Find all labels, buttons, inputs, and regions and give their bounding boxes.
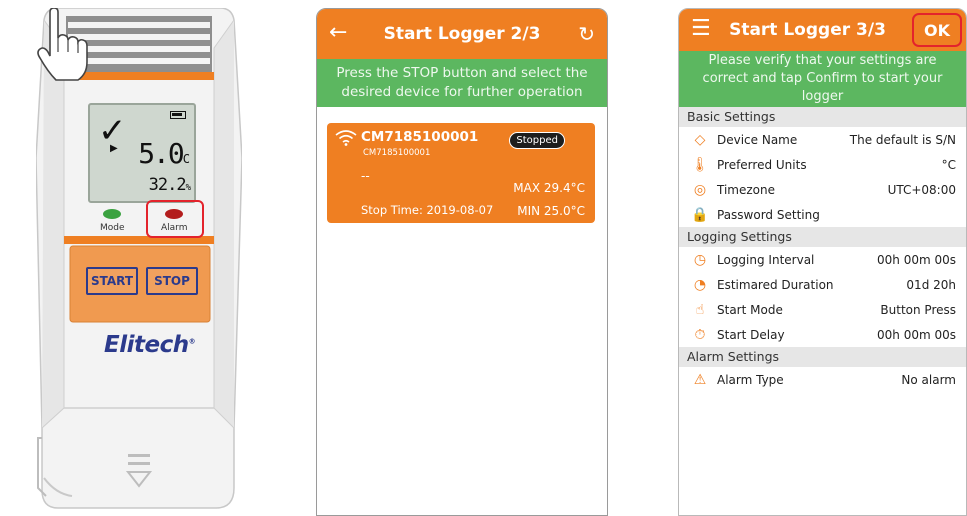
clock-icon: ◔ xyxy=(693,276,707,293)
setting-value: Button Press xyxy=(880,302,956,317)
tag-icon: ◇ xyxy=(694,131,706,148)
start-logger-step3-screen: ☰ Start Logger 3/3 OK Please verify that… xyxy=(678,8,967,516)
hand-pointer-icon: ☝ xyxy=(695,301,705,318)
stopwatch-icon: ⏱ xyxy=(694,326,706,343)
status-badge: Stopped xyxy=(509,132,565,149)
setting-value: 00h 00m 00s xyxy=(877,252,956,267)
brand-logo: Elitech® xyxy=(104,332,196,358)
section-alarm-settings: Alarm Settings xyxy=(679,347,966,367)
setting-label: Start Mode xyxy=(717,302,783,317)
app-bar: ← Start Logger 2/3 ↻ xyxy=(317,9,607,59)
screen-title: Start Logger 2/3 xyxy=(383,24,541,44)
stop-time: Stop Time: 2019-08-07 xyxy=(361,203,494,217)
setting-row-logging-interval[interactable]: ◷ Logging Interval 00h 00m 00s xyxy=(679,247,966,272)
back-arrow-icon[interactable]: ← xyxy=(329,19,347,47)
setting-row-alarm-type[interactable]: ⚠ Alarm Type No alarm xyxy=(679,367,966,392)
lcd-display: ✓ ▶ 5.0C 32.2% xyxy=(88,103,196,203)
min-temperature: MIN 25.0°C xyxy=(517,204,585,218)
setting-label: Start Delay xyxy=(717,327,785,342)
reading-placeholder: -- xyxy=(361,169,370,183)
max-temperature: MAX 29.4°C xyxy=(513,181,585,195)
setting-row-timezone[interactable]: ◎ Timezone UTC+08:00 xyxy=(679,177,966,202)
device-serial: CM7185100001 xyxy=(363,148,431,158)
device-body xyxy=(36,8,242,509)
setting-row-password[interactable]: 🔒 Password Setting xyxy=(679,202,966,227)
setting-label: Device Name xyxy=(717,132,798,147)
section-basic-settings: Basic Settings xyxy=(679,107,966,127)
setting-label: Logging Interval xyxy=(717,252,815,267)
device-start-button[interactable]: START xyxy=(86,267,138,295)
start-logger-step2-screen: ← Start Logger 2/3 ↻ Press the STOP butt… xyxy=(316,8,608,516)
wifi-icon xyxy=(335,130,357,146)
refresh-icon[interactable]: ↻ xyxy=(578,20,595,48)
alarm-light-icon: ⚠ xyxy=(693,371,707,388)
alarm-highlight xyxy=(146,200,204,238)
setting-value: 01d 20h xyxy=(906,277,956,292)
setting-row-start-mode[interactable]: ☝ Start Mode Button Press xyxy=(679,297,966,322)
instruction-banner: Press the STOP button and select the des… xyxy=(317,59,607,107)
setting-label: Password Setting xyxy=(717,207,820,222)
setting-row-start-delay[interactable]: ⏱ Start Delay 00h 00m 00s xyxy=(679,322,966,347)
data-logger-device: ✓ ▶ 5.0C 32.2% Mode Alarm START STOP Eli… xyxy=(36,8,242,512)
setting-label: Alarm Type xyxy=(717,372,784,387)
screen-title: Start Logger 3/3 xyxy=(729,20,886,40)
lcd-humidity: 32.2% xyxy=(148,175,191,195)
battery-icon xyxy=(170,111,186,119)
setting-label: Estimared Duration xyxy=(717,277,834,292)
setting-row-device-name[interactable]: ◇ Device Name The default is S/N xyxy=(679,127,966,152)
setting-value: °C xyxy=(941,157,956,172)
menu-icon[interactable]: ☰ xyxy=(691,15,711,43)
lock-icon: 🔒 xyxy=(691,206,709,223)
setting-row-estimated-duration[interactable]: ◔ Estimared Duration 01d 20h xyxy=(679,272,966,297)
instruction-banner: Please verify that your settings are cor… xyxy=(679,51,966,107)
setting-value: UTC+08:00 xyxy=(887,182,956,197)
device-stop-button[interactable]: STOP xyxy=(146,267,198,295)
globe-icon: ◎ xyxy=(693,181,707,198)
thermometer-icon: 🌡 xyxy=(691,156,709,173)
setting-label: Timezone xyxy=(717,182,775,197)
setting-label: Preferred Units xyxy=(717,157,807,172)
timer-icon: ◷ xyxy=(693,251,707,268)
setting-value: The default is S/N xyxy=(849,132,956,147)
ok-button[interactable]: OK xyxy=(912,13,962,47)
setting-value: 00h 00m 00s xyxy=(877,327,956,342)
play-icon: ▶ xyxy=(110,143,118,154)
mode-led-label: Mode xyxy=(100,223,125,233)
device-card[interactable]: CM7185100001 CM7185100001 Stopped -- MAX… xyxy=(327,123,595,223)
hand-pointer-icon xyxy=(37,8,88,81)
device-name: CM7185100001 xyxy=(361,129,479,145)
setting-row-preferred-units[interactable]: 🌡 Preferred Units °C xyxy=(679,152,966,177)
app-bar: ☰ Start Logger 3/3 OK xyxy=(679,9,966,51)
lcd-temperature: 5.0C xyxy=(138,137,190,170)
setting-value: No alarm xyxy=(901,372,956,387)
section-logging-settings: Logging Settings xyxy=(679,227,966,247)
